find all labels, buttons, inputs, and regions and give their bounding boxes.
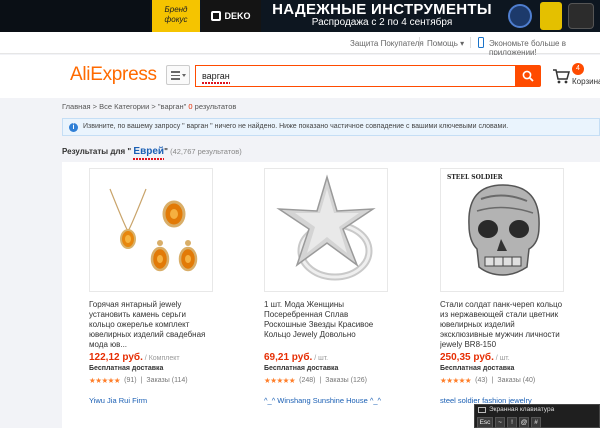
rating-row: ★★★★★ (91) | Заказы (114)	[89, 376, 213, 385]
tool-disc-icon	[508, 4, 532, 28]
price-unit: / Комплект	[142, 355, 180, 362]
price-amount: 122,12 руб.	[89, 352, 143, 363]
store-link[interactable]: ^_^ Winshang Sunshine House ^_^	[264, 396, 388, 405]
review-count[interactable]: (91)	[124, 377, 136, 384]
deko-text: DEKO	[224, 11, 251, 21]
product-price: 250,35 руб. / шт.	[440, 352, 564, 363]
key-esc[interactable]: Esc	[477, 417, 493, 428]
brand-focus-badge: Бренд фокус	[152, 0, 200, 32]
product-price: 69,21 руб. / шт.	[264, 352, 388, 363]
breadcrumb: Главная > Все Категории > "варган" 0 рез…	[62, 102, 236, 111]
product-card[interactable]: STEEL SOLDIER Стали солдат панк-череп ко…	[440, 168, 564, 405]
banner-background	[0, 0, 150, 32]
search-button[interactable]	[515, 65, 541, 87]
results-keyword[interactable]: Еврей	[133, 146, 164, 157]
logo-ali: Ali	[70, 64, 91, 85]
divider: |	[319, 377, 322, 384]
orders-count: Заказы (126)	[325, 377, 367, 384]
results-prefix: Результаты для	[62, 147, 128, 156]
notice-text: Извините, по вашему запросу " варган " н…	[83, 123, 509, 130]
divider: |	[491, 377, 494, 384]
divider	[419, 37, 420, 48]
cart-icon[interactable]	[552, 68, 570, 84]
product-title[interactable]: 1 шт. Мода Женщины Посеребренная Сплав Р…	[264, 300, 388, 350]
search-input[interactable]: варган	[195, 65, 515, 87]
amber-jewelry-set-image	[109, 188, 198, 272]
keyboard-icon	[478, 407, 486, 413]
star-rating-icon: ★★★★★	[264, 376, 296, 385]
rating-row: ★★★★★ (248) | Заказы (126)	[264, 376, 388, 385]
tool-case-icon	[568, 3, 594, 29]
star-rating-icon: ★★★★★	[89, 376, 121, 385]
divider	[470, 37, 471, 48]
key-hash[interactable]: #	[531, 417, 541, 428]
banner-subtitle: Распродажа с 2 по 4 сентября	[311, 17, 453, 28]
price-amount: 69,21 руб.	[264, 352, 313, 363]
tool-drill-icon	[540, 2, 562, 30]
key-exclaim[interactable]: !	[507, 417, 517, 428]
logo-express: Express	[90, 64, 157, 85]
deko-logo: DEKO	[201, 0, 261, 32]
phone-icon	[478, 37, 484, 48]
buyer-protection-link[interactable]: Защита Покупателя	[350, 39, 424, 48]
results-heading: Результаты для " Еврей" (42,767 результа…	[62, 146, 242, 157]
product-image[interactable]	[264, 168, 388, 292]
product-image[interactable]: STEEL SOLDIER	[440, 168, 564, 292]
steel-soldier-brand-logo: STEEL SOLDIER	[447, 174, 503, 181]
price-amount: 250,35 руб.	[440, 352, 494, 363]
brand-line-1: Бренд	[164, 5, 188, 14]
star-rating-icon: ★★★★★	[440, 376, 472, 385]
top-utility-bar: Защита Покупателя Помощь ▾ Экономьте бол…	[0, 32, 600, 57]
deko-mark-icon	[211, 11, 222, 21]
brand-line-2: фокус	[164, 15, 188, 24]
results-count: (42,767 результатов)	[170, 147, 242, 156]
review-count[interactable]: (43)	[475, 377, 487, 384]
breadcrumb-separator: >	[149, 102, 158, 111]
orders-count: Заказы (40)	[497, 377, 536, 384]
breadcrumb-query: "варган"	[157, 102, 187, 111]
help-menu[interactable]: Помощь ▾	[427, 39, 464, 48]
breadcrumb-separator: >	[90, 102, 100, 111]
key-tilde[interactable]: ~	[495, 417, 505, 428]
free-shipping-label: Бесплатная доставка	[440, 365, 515, 372]
banner-title: НАДЕЖНЫЕ ИНСТРУМЕНТЫ	[272, 1, 492, 18]
price-unit: / шт.	[493, 355, 510, 362]
breadcrumb-results: результатов	[192, 102, 237, 111]
cart-count-badge: 4	[572, 63, 584, 75]
promo-banner[interactable]: Бренд фокус DEKO НАДЕЖНЫЕ ИНСТРУМЕНТЫ Ра…	[0, 0, 600, 32]
product-title[interactable]: Горячая янтарный jewely установить камен…	[89, 300, 213, 350]
aliexpress-logo[interactable]: AliExpress	[70, 64, 157, 86]
product-card[interactable]: 1 шт. Мода Женщины Посеребренная Сплав Р…	[264, 168, 388, 405]
search-query: варган	[202, 71, 230, 81]
free-shipping-label: Бесплатная доставка	[89, 365, 164, 372]
cart-label[interactable]: Корзина	[572, 77, 600, 86]
breadcrumb-home[interactable]: Главная	[62, 102, 91, 111]
store-link[interactable]: Yiwu Jia Rui Firm	[89, 396, 213, 405]
info-icon: i	[69, 123, 78, 132]
hamburger-icon	[171, 71, 180, 82]
key-at[interactable]: @	[519, 417, 529, 428]
divider: |	[140, 377, 143, 384]
price-unit: / шт.	[312, 355, 329, 362]
product-title[interactable]: Стали солдат панк-череп кольцо из нержав…	[440, 300, 564, 350]
breadcrumb-all-categories[interactable]: Все Категории	[99, 102, 149, 111]
product-price: 122,12 руб. / Комплект	[89, 352, 213, 363]
on-screen-keyboard[interactable]: Экранная клавиатура Esc ~ ! @ #	[474, 404, 600, 428]
product-image[interactable]	[89, 168, 213, 292]
starfish-ring-image	[276, 174, 376, 281]
search-icon	[522, 70, 534, 82]
keyboard-title: Экранная клавиатура	[489, 406, 555, 413]
skull-ring-image	[468, 184, 540, 276]
help-label: Помощь	[427, 39, 458, 48]
site-header: AliExpress варган 4 Корзина	[0, 55, 600, 98]
free-shipping-label: Бесплатная доставка	[264, 365, 339, 372]
review-count[interactable]: (248)	[299, 377, 315, 384]
rating-row: ★★★★★ (43) | Заказы (40)	[440, 376, 564, 385]
categories-menu-button[interactable]	[166, 65, 190, 85]
product-card[interactable]: Горячая янтарный jewely установить камен…	[89, 168, 213, 405]
orders-count: Заказы (114)	[146, 377, 188, 384]
no-results-notice: i Извините, по вашему запросу " варган "…	[62, 118, 600, 136]
chevron-down-icon	[182, 74, 186, 77]
quote-close: "	[164, 147, 168, 156]
